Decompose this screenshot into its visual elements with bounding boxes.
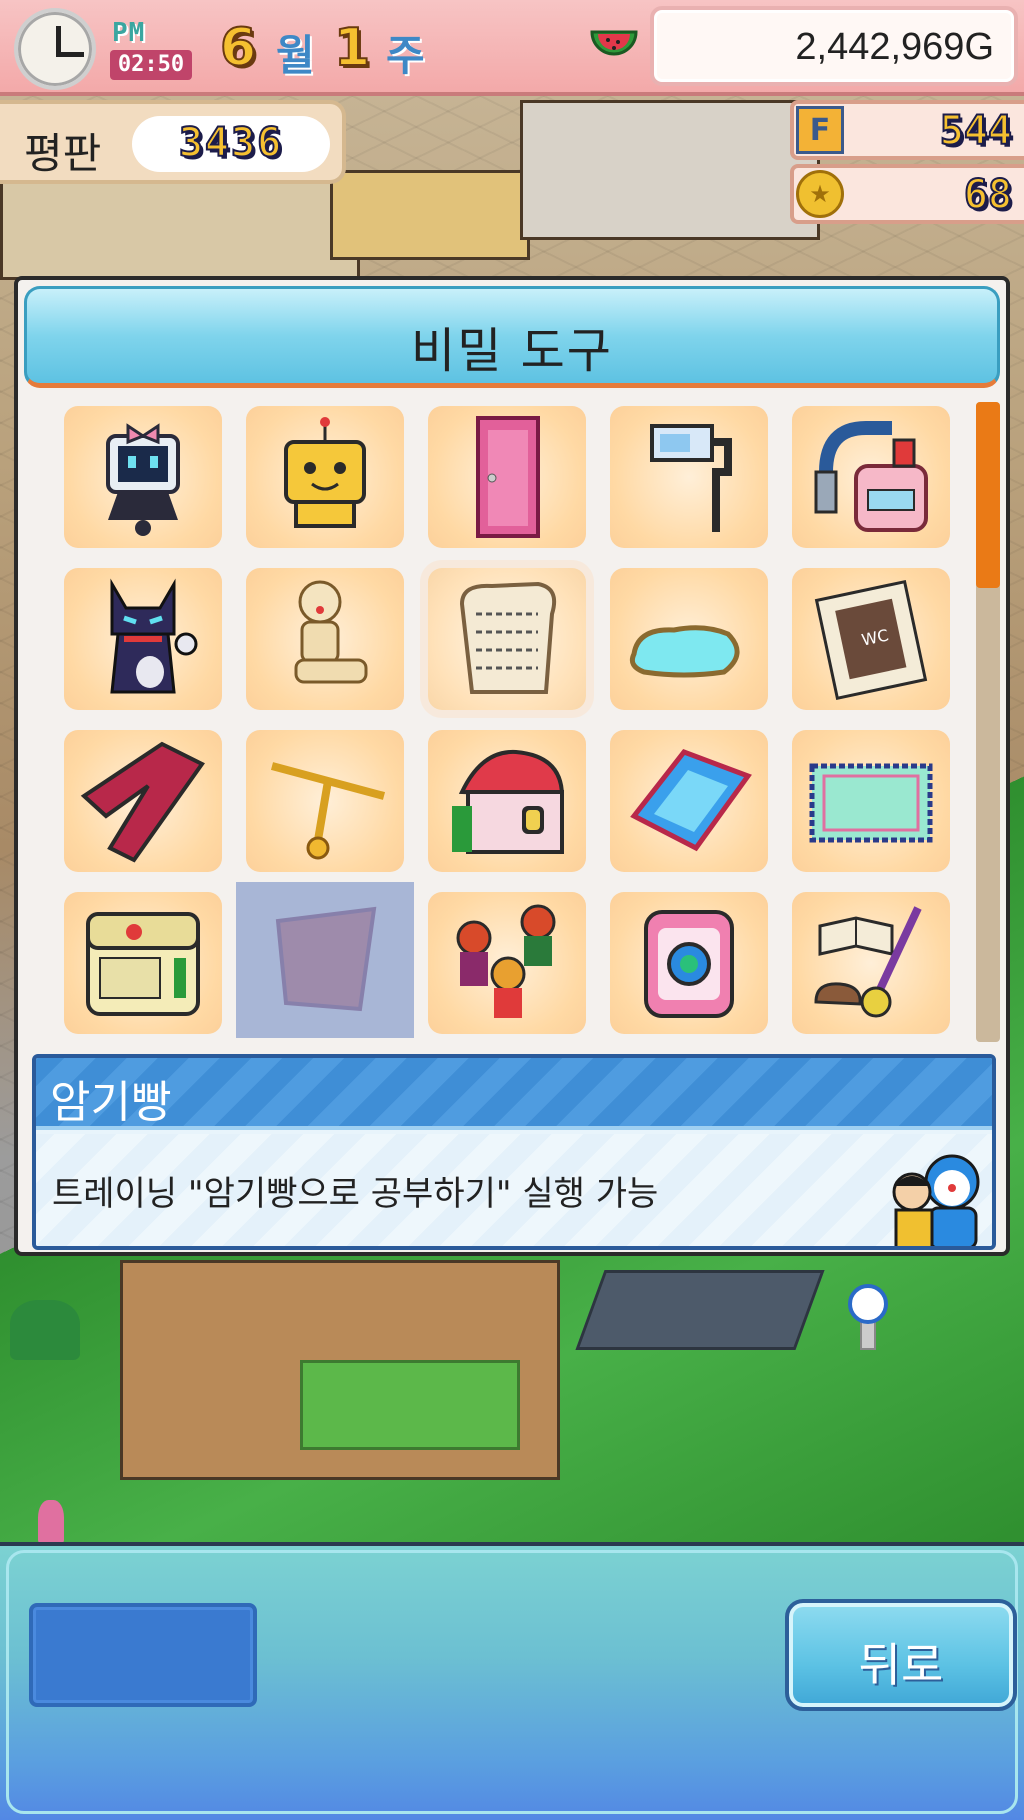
empty-action-slot xyxy=(29,1603,257,1707)
item-book-guitar[interactable] xyxy=(792,892,950,1034)
item-blue-mat[interactable] xyxy=(610,730,768,872)
copter-icon xyxy=(270,762,386,860)
selected-item-description: 트레이닝 "암기빵으로 공부하기" 실행 가능 xyxy=(52,1174,659,1214)
item-mini-house[interactable] xyxy=(428,730,586,872)
wooden-doll-icon xyxy=(294,580,368,684)
am-pm-indicator: PM xyxy=(112,18,146,48)
cloth-icon xyxy=(275,906,377,1012)
roller-icon xyxy=(650,424,732,532)
bottom-bar-frame: 뒤로 xyxy=(6,1550,1018,1814)
selected-item-name: 암기빵 xyxy=(50,1077,172,1128)
secret-tools-dialog: 비밀 도구 WC 암기빵 트레이닝 "암기빵으로 공부하기" 실행 가능 xyxy=(14,276,1010,1256)
item-rug[interactable] xyxy=(792,730,950,872)
top-status-bar: PM 02:50 6 월 1 주 2,442,969G xyxy=(0,0,1024,96)
building-hay-roof xyxy=(330,170,530,260)
building-roof-right xyxy=(575,1270,825,1350)
item-band[interactable] xyxy=(428,892,586,1034)
item-copter[interactable] xyxy=(246,730,404,872)
dialog-title: 비밀 도구 xyxy=(411,323,613,379)
tree-icon xyxy=(10,1300,80,1360)
dialog-header: 비밀 도구 xyxy=(24,286,1000,388)
item-name-header: 암기빵 xyxy=(36,1058,992,1130)
item-wc-card[interactable]: WC xyxy=(792,568,950,710)
pink-door-icon xyxy=(476,416,540,538)
bus-stop-sign-icon xyxy=(848,1284,888,1324)
bottom-command-bar: 뒤로 xyxy=(0,1542,1024,1820)
month-number: 6 xyxy=(219,17,257,79)
pink-device-icon xyxy=(644,910,734,1018)
item-pink-door[interactable] xyxy=(428,406,586,548)
time-display: 02:50 xyxy=(110,50,192,80)
item-red-pants[interactable] xyxy=(64,730,222,872)
month-label: 월 xyxy=(276,31,315,80)
coin-icon: ★ xyxy=(796,170,844,218)
item-roller[interactable] xyxy=(610,406,768,548)
back-button[interactable]: 뒤로 xyxy=(785,1599,1017,1711)
item-black-cat[interactable] xyxy=(64,568,222,710)
item-description-panel: 암기빵 트레이닝 "암기빵으로 공부하기" 실행 가능 xyxy=(32,1054,996,1250)
coins-value: 68 xyxy=(963,171,1013,219)
clock-icon xyxy=(14,8,96,90)
item-description-body: 트레이닝 "암기빵으로 공부하기" 실행 가능 xyxy=(36,1134,992,1246)
back-button-label: 뒤로 xyxy=(858,1638,944,1692)
memory-bread-icon xyxy=(459,581,557,694)
building-upper-left xyxy=(0,180,360,280)
item-pool[interactable] xyxy=(610,568,768,710)
scrollbar-thumb[interactable] xyxy=(976,402,1000,588)
reputation-value: 3436 xyxy=(178,119,284,167)
reputation-panel: 평판 3436 xyxy=(0,100,346,184)
week-number: 1 xyxy=(333,17,371,79)
blue-mat-icon xyxy=(630,749,752,852)
coins-counter: ★ 68 xyxy=(790,164,1024,224)
yellow-robot-icon xyxy=(284,417,366,528)
money-display: 2,442,969G xyxy=(650,6,1018,86)
item-list-scrollbar[interactable] xyxy=(976,402,1000,1042)
f-point-icon: F xyxy=(796,106,844,154)
building-upper-middle xyxy=(520,100,820,240)
red-pants-icon xyxy=(80,741,205,863)
item-memory-bread[interactable] xyxy=(428,568,586,710)
wc-card-icon: WC xyxy=(814,579,928,701)
money-value: 2,442,969G xyxy=(795,26,994,68)
watermelon-icon xyxy=(590,30,638,56)
camera-icon xyxy=(86,912,200,1016)
mini-house-icon xyxy=(452,749,565,854)
lawn xyxy=(300,1360,520,1450)
f-points-counter: F 544 xyxy=(790,100,1024,160)
book-guitar-icon xyxy=(814,906,922,1018)
reputation-label: 평판 xyxy=(24,129,102,178)
black-cat-icon xyxy=(110,578,198,694)
item-yellow-robot[interactable] xyxy=(246,406,404,548)
robot-girl-icon xyxy=(106,423,180,536)
f-points-value: 544 xyxy=(939,107,1013,155)
band-icon xyxy=(456,904,556,1018)
student-character xyxy=(38,1500,64,1544)
reputation-value-box: 3436 xyxy=(132,116,330,172)
doraemon-nobita-icon xyxy=(892,1154,980,1246)
week-label: 주 xyxy=(386,31,425,80)
machine-icon xyxy=(814,421,928,532)
item-pink-device[interactable] xyxy=(610,892,768,1034)
item-camera[interactable] xyxy=(64,892,222,1034)
item-cloth[interactable] xyxy=(236,882,414,1038)
item-grid: WC xyxy=(38,406,968,1046)
item-wooden-doll[interactable] xyxy=(246,568,404,710)
item-robot-girl[interactable] xyxy=(64,406,222,548)
item-machine[interactable] xyxy=(792,406,950,548)
pool-icon xyxy=(629,625,740,678)
rug-icon xyxy=(809,763,933,843)
